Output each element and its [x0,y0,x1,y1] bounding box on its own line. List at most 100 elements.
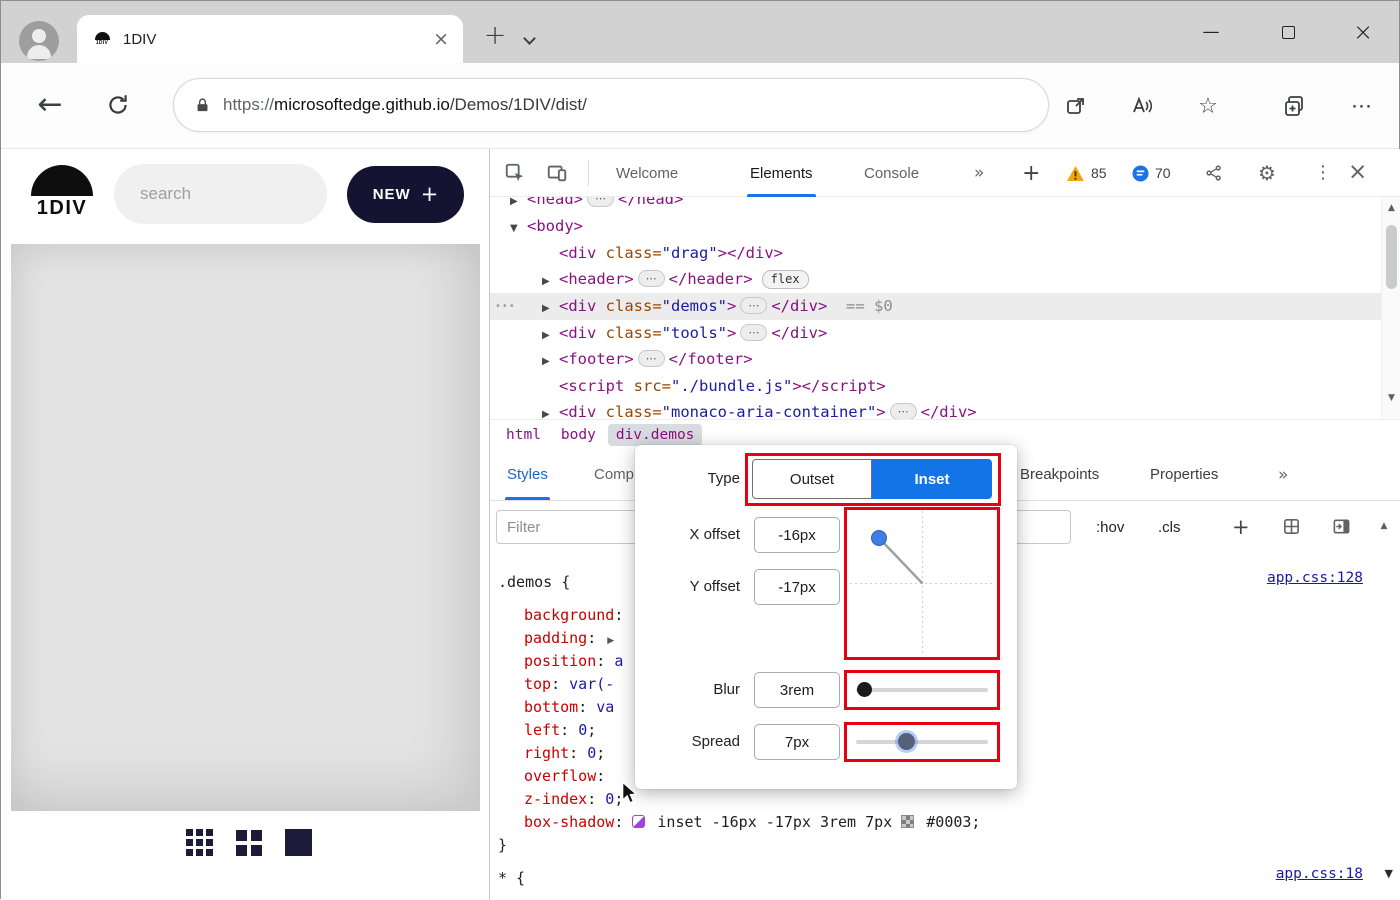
search-input[interactable] [114,164,327,224]
tab-close-icon[interactable]: × [433,28,449,50]
dom-node[interactable]: ▶<footer>⋯</footer> [490,346,1381,373]
minimize-button[interactable]: — [1190,17,1232,47]
expand-ellipsis-badge[interactable]: ⋯ [638,270,665,287]
y-offset-input[interactable] [754,569,840,605]
css-declaration[interactable]: padding: ▶ [524,627,616,650]
scrollbar-thumb[interactable] [1386,225,1397,289]
demos-canvas[interactable] [11,244,480,811]
tab-styles[interactable]: Styles [507,449,548,500]
grid-3x3-view-button[interactable] [186,829,213,856]
browser-menu-button[interactable]: ⋯ [1347,91,1377,121]
issues-counter[interactable]: 70 [1132,149,1171,197]
settings-gear-icon[interactable]: ⚙ [1258,161,1276,185]
breadcrumb-item-html[interactable]: html [498,424,549,446]
dom-scrollbar[interactable]: ▲ ▼ [1381,197,1400,419]
add-tool-button[interactable]: + [1022,149,1040,197]
expand-ellipsis-badge[interactable]: ⋯ [890,403,917,419]
element-classes-button[interactable]: .cls [1158,501,1181,553]
node-actions-icon[interactable]: ••• [495,293,516,320]
expand-arrow-icon[interactable]: ▶ [510,197,527,213]
tab-properties[interactable]: Properties [1150,449,1218,500]
device-toolbar-button[interactable] [546,162,568,184]
tab-breakpoints[interactable]: Breakpoints [1020,449,1099,500]
warnings-counter[interactable]: 85 [1066,149,1107,197]
tab-welcome[interactable]: Welcome [616,149,678,197]
expand-ellipsis-badge[interactable]: ⋯ [638,350,665,367]
stylesheet-link[interactable]: app.css:18 [1276,866,1363,882]
favorites-button[interactable]: ☆ [1193,91,1223,121]
styles-scroll-up-icon[interactable]: ▲ [1374,521,1394,531]
collapse-arrow-icon[interactable]: ▼ [510,215,527,240]
expand-arrow-icon[interactable]: ▶ [542,348,559,373]
toggle-hover-state-button[interactable]: :hov [1096,501,1124,553]
dom-node[interactable]: ▶<div class="tools">⋯</div> [490,320,1381,347]
browser-tab[interactable]: 1DIV 1DIV × [77,15,463,63]
feedback-button[interactable] [1204,163,1224,183]
x-offset-input[interactable] [754,517,840,553]
shadow-editor-icon[interactable] [632,815,645,828]
css-declaration[interactable]: overflow: [524,765,605,788]
expand-arrow-icon[interactable]: ▶ [542,401,559,419]
expand-panel-button[interactable] [1332,517,1351,536]
color-swatch[interactable] [901,815,914,828]
new-button[interactable]: NEW + [347,166,464,223]
devtools-close-button[interactable]: × [1348,159,1367,185]
single-view-button[interactable] [285,829,312,856]
styles-scroll-down-icon[interactable]: ▼ [1385,867,1393,880]
dom-node[interactable]: ▶<header>⋯</header>flex [490,266,1381,293]
open-in-sidebar-button[interactable] [1061,91,1091,121]
expand-arrow-icon[interactable]: ▶ [542,295,559,320]
more-tabs-button[interactable]: » [974,149,984,197]
dom-node[interactable]: ▼<body> [490,213,1381,240]
collections-button[interactable] [1279,91,1309,121]
css-declaration[interactable]: z-index: 0; [524,788,623,811]
tab-elements[interactable]: Elements [750,149,813,197]
spread-input[interactable] [754,724,840,760]
new-tab-button[interactable]: + [479,21,511,53]
window-close-button[interactable]: × [1342,17,1384,47]
css-declaration[interactable]: top: var(- [524,673,614,696]
dom-node[interactable]: ▶<head>⋯</head> [490,197,1381,213]
devtools-menu-icon[interactable]: ⋮ [1314,162,1332,183]
tab-list-chevron-icon[interactable] [523,32,536,45]
new-style-rule-button[interactable]: + [1232,501,1250,553]
css-declaration[interactable]: } [498,834,507,857]
more-panels-button[interactable]: » [1278,449,1288,500]
site-logo[interactable]: 1DIV [29,165,95,220]
breadcrumb-item-body[interactable]: body [553,424,604,446]
url-text[interactable]: https://microsoftedge.github.io/Demos/1D… [223,95,587,115]
dom-node[interactable]: <div class="drag"></div> [490,240,1381,267]
refresh-button[interactable] [105,92,131,123]
dom-node[interactable]: <script src="./bundle.js"></script> [490,373,1381,400]
css-declaration[interactable]: left: 0; [524,719,596,742]
stylesheet-link[interactable]: app.css:128 [1267,570,1363,586]
css-declaration[interactable]: background: [524,604,623,627]
breadcrumb-item-selected[interactable]: div.demos [608,424,703,446]
lock-icon[interactable] [194,96,211,115]
css-declaration[interactable]: position: a [524,650,623,673]
expand-ellipsis-badge[interactable]: ⋯ [587,197,614,207]
flex-badge[interactable]: flex [762,270,809,289]
expand-arrow-icon[interactable]: ▶ [542,322,559,347]
back-button[interactable]: ← [31,87,69,122]
expand-ellipsis-badge[interactable]: ⋯ [740,324,767,341]
css-declaration[interactable]: bottom: va [524,696,614,719]
dom-node[interactable]: ▶<div class="monaco-aria-container">⋯</d… [490,399,1381,419]
tab-console[interactable]: Console [864,149,919,197]
grid-2x2-view-button[interactable] [236,830,262,856]
blur-input[interactable] [754,672,840,708]
inspect-element-button[interactable] [504,162,526,184]
scroll-up-icon[interactable]: ▲ [1382,203,1400,213]
scroll-down-icon[interactable]: ▼ [1382,393,1400,403]
css-overview-button[interactable] [1282,517,1301,536]
css-declaration[interactable]: * { [498,867,525,890]
expand-ellipsis-badge[interactable]: ⋯ [740,297,767,314]
css-declaration[interactable]: right: 0; [524,742,605,765]
profile-avatar[interactable] [19,21,59,61]
expand-arrow-icon[interactable]: ▶ [542,268,559,293]
css-declaration[interactable]: .demos { [498,571,570,594]
css-declaration[interactable]: box-shadow: inset -16px -17px 3rem 7px #… [524,811,980,834]
maximize-button[interactable] [1267,17,1309,47]
dom-node-selected[interactable]: •••▶<div class="demos">⋯</div> == $0 [490,293,1381,320]
read-aloud-button[interactable] [1127,91,1157,121]
